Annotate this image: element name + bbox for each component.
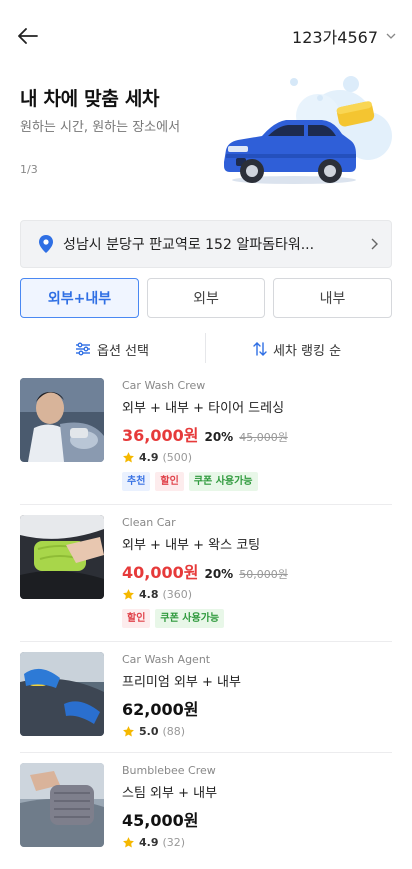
price-row: 40,000원 20% 50,000원 xyxy=(122,559,392,582)
tab-exterior-interior[interactable]: 외부+내부 xyxy=(20,278,139,318)
review-count: (360) xyxy=(162,587,193,601)
rating-row: 4.9 (500) xyxy=(122,448,392,466)
price: 45,000원 xyxy=(122,811,199,830)
vehicle-selector[interactable]: 123가4567 xyxy=(292,24,396,48)
coupon-badge: 쿠폰 사용가능 xyxy=(188,472,258,491)
top-bar: 123가4567 xyxy=(0,0,412,70)
listing-item[interactable]: Bumblebee Crew 스팀 외부 + 내부 45,000원 4.9 (3… xyxy=(20,763,392,853)
filter-sort-bar: 옵션 선택 세차 랭킹 순 xyxy=(0,330,412,368)
ranking-sort-button[interactable]: 세차 랭킹 순 xyxy=(253,330,341,368)
banner-page-indicator: 1/3 xyxy=(20,163,38,176)
price-row: 62,000원 xyxy=(122,696,392,719)
listing-photo xyxy=(20,515,104,599)
options-label: 옵션 선택 xyxy=(97,343,149,359)
price-row: 36,000원 20% 45,000원 xyxy=(122,422,392,445)
review-count: (88) xyxy=(162,724,186,738)
options-filter-button[interactable]: 옵션 선택 xyxy=(75,330,149,368)
discount-badge: 할인 xyxy=(122,609,151,628)
sliders-icon xyxy=(76,342,90,356)
star-icon xyxy=(123,588,134,599)
listing-photo xyxy=(20,652,104,736)
rating-row: 5.0 (88) xyxy=(122,722,392,740)
service-name: 외부 + 내부 + 타이어 드레싱 xyxy=(122,401,285,416)
chevron-down-icon xyxy=(386,33,396,39)
original-price: 50,000원 xyxy=(239,568,288,581)
tab-interior[interactable]: 내부 xyxy=(273,278,392,318)
hero-banner[interactable]: 내 차에 맞춤 세차 원하는 시간, 원하는 장소에서 1/3 xyxy=(0,70,412,200)
star-icon xyxy=(123,725,134,736)
shop-name: Clean Car xyxy=(122,516,176,529)
listing-info: Clean Car 외부 + 내부 + 왁스 코팅 40,000원 20% 50… xyxy=(122,515,392,628)
plate-number: 123가4567 xyxy=(292,28,378,47)
rating-score: 5.0 xyxy=(139,724,159,738)
listing-info: Bumblebee Crew 스팀 외부 + 내부 45,000원 4.9 (3… xyxy=(122,763,392,851)
review-count: (32) xyxy=(162,835,186,849)
back-button[interactable] xyxy=(16,24,40,48)
discount-rate: 20% xyxy=(204,567,234,581)
chevron-right-icon xyxy=(371,238,378,250)
shop-name: Car Wash Agent xyxy=(122,653,211,666)
rating-row: 4.8 (360) xyxy=(122,585,392,603)
service-name: 외부 + 내부 + 왁스 코팅 xyxy=(122,538,261,553)
rating-score: 4.9 xyxy=(139,835,159,849)
listing-info: Car Wash Agent 프리미엄 외부 + 내부 62,000원 5.0 … xyxy=(122,652,392,740)
shop-name: Car Wash Crew xyxy=(122,379,206,392)
listing-photo xyxy=(20,378,104,462)
sale-price: 40,000원 xyxy=(122,563,199,582)
listing-item[interactable]: Car Wash Crew 외부 + 내부 + 타이어 드레싱 36,000원 … xyxy=(20,378,392,494)
divider xyxy=(20,752,392,753)
listing-item[interactable]: Clean Car 외부 + 내부 + 왁스 코팅 40,000원 20% 50… xyxy=(20,515,392,631)
hero-title: 내 차에 맞춤 세차 xyxy=(20,88,160,110)
listing-item[interactable]: Car Wash Agent 프리미엄 외부 + 내부 62,000원 5.0 … xyxy=(20,652,392,742)
divider xyxy=(20,504,392,505)
rating-score: 4.9 xyxy=(139,450,159,464)
address-text: 성남시 분당구 판교역로 152 알파돔타워... xyxy=(63,237,315,253)
badge-list: 추천 할인 쿠폰 사용가능 xyxy=(122,472,392,491)
badge-list: 할인 쿠폰 사용가능 xyxy=(122,609,392,628)
coupon-badge: 쿠폰 사용가능 xyxy=(155,609,225,628)
review-count: (500) xyxy=(162,450,193,464)
sort-arrows-icon xyxy=(253,342,267,356)
original-price: 45,000원 xyxy=(239,431,288,444)
service-name: 스팀 외부 + 내부 xyxy=(122,786,218,801)
rating-score: 4.8 xyxy=(139,587,159,601)
divider xyxy=(205,333,206,363)
price: 62,000원 xyxy=(122,700,199,719)
service-name: 프리미엄 외부 + 내부 xyxy=(122,675,241,690)
recommended-badge: 추천 xyxy=(122,472,151,491)
sale-price: 36,000원 xyxy=(122,426,199,445)
map-pin-icon xyxy=(39,235,53,253)
star-icon xyxy=(123,836,134,847)
car-wash-illustration xyxy=(224,76,392,184)
tab-exterior[interactable]: 외부 xyxy=(147,278,265,318)
hero-subtitle: 원하는 시간, 원하는 장소에서 xyxy=(20,120,181,135)
ranking-label: 세차 랭킹 순 xyxy=(273,343,342,359)
shop-name: Bumblebee Crew xyxy=(122,764,216,777)
discount-badge: 할인 xyxy=(155,472,184,491)
location-selector[interactable]: 성남시 분당구 판교역로 152 알파돔타워... xyxy=(20,220,392,268)
price-row: 45,000원 xyxy=(122,807,392,830)
arrow-left-icon xyxy=(18,28,38,44)
divider xyxy=(20,641,392,642)
star-icon xyxy=(123,451,134,462)
discount-rate: 20% xyxy=(204,430,234,444)
listing-info: Car Wash Crew 외부 + 내부 + 타이어 드레싱 36,000원 … xyxy=(122,378,392,491)
listing-photo xyxy=(20,763,104,847)
rating-row: 4.9 (32) xyxy=(122,833,392,851)
